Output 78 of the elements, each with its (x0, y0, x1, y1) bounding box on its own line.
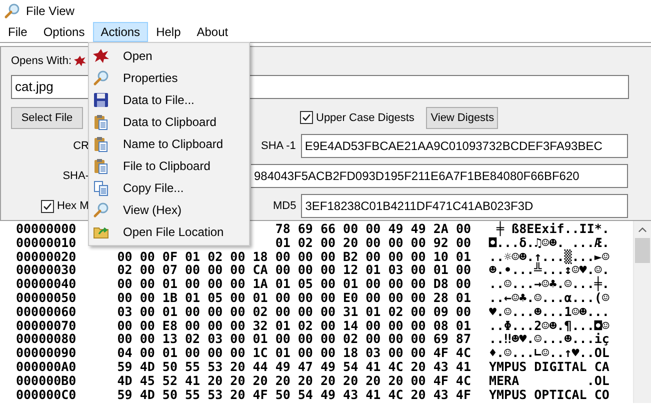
menu-item[interactable]: Help (148, 22, 189, 42)
magnifier-icon (93, 70, 109, 86)
offset-text: 00000030 (15, 263, 78, 278)
offset-text: 000000B0 (15, 374, 78, 388)
hex-bytes: 00 00 E8 00 00 00 32 01 02 00 14 00 00 00 08 01 (117, 318, 471, 332)
hex-bytes: 00 00 0F 01 02 00 18 00 00 00 B2 00 00 00 10 01 (117, 250, 471, 264)
checkbox[interactable] (300, 111, 313, 124)
menu-item[interactable]: Name to Clipboard (89, 133, 249, 155)
offset-text: 00000060 (15, 304, 78, 319)
ascii-text: YMPUS OPTICAL CO (489, 388, 610, 402)
sha256-label: SHA- (62, 170, 89, 182)
ascii-text: ..←☺♣.☺...α...(☺ (489, 290, 610, 305)
checkbox-label: Hex M (57, 200, 89, 212)
hex-bytes: 4D 45 52 41 20 20 20 20 20 20 20 20 20 00 4F 4C (117, 374, 471, 388)
md5-field[interactable]: 3EF18238C01B4211DF471C41AB023F3D (301, 194, 628, 218)
clipboard-icon (93, 158, 109, 174)
menu-item[interactable]: File (0, 22, 36, 42)
offset-text: 00000000 (15, 222, 78, 236)
splat-icon (74, 54, 86, 67)
clipboard-icon (93, 136, 109, 152)
menu-item[interactable]: View (Hex) (89, 199, 249, 221)
sha256-field[interactable]: 984043F5ACB2FD093D195F211E6A7F1BE84080F66BF620 (251, 164, 628, 188)
hex-bytes: 78 69 66 00 00 49 49 2A 00 (275, 222, 471, 236)
scrollbar[interactable] (633, 221, 651, 403)
magnifier-icon (4, 3, 20, 19)
select-file-button[interactable]: Select File (11, 106, 83, 129)
checkbox-label: Upper Case Digests (316, 112, 414, 124)
hex-bytes: 00 00 01 00 00 00 1A 01 05 00 01 00 00 00 D8 00 (117, 277, 471, 291)
hex-bytes: 01 02 00 20 00 00 00 92 00 (275, 236, 471, 250)
documents-icon (93, 180, 109, 196)
hex-bytes: 04 00 01 00 00 00 1C 01 00 00 18 03 00 00 4F 4C (117, 346, 471, 360)
hex-bytes: 59 4D 50 55 53 20 44 49 47 49 54 41 4C 20 43 41 (117, 360, 471, 374)
ascii-text: ☻.•...╩...↕☺♥.☺. (489, 263, 610, 278)
hex-bytes: 00 00 1B 01 05 00 01 00 00 00 E0 00 00 00 28 01 (117, 290, 471, 305)
menu-item[interactable]: Open (89, 45, 249, 67)
offset-text: 00000010 (15, 236, 78, 250)
ascii-text: MERA .OL (489, 374, 610, 388)
crc-label: CR (72, 140, 89, 152)
offset-text: 00000070 (15, 318, 78, 332)
hex-bytes: 02 00 07 00 00 00 CA 00 00 00 12 01 03 00 01 00 (117, 263, 471, 278)
hex-bytes: 59 4D 50 55 53 20 4F 50 54 49 43 41 4C 20 43 4F (117, 388, 471, 402)
menu-item[interactable]: About (188, 22, 236, 42)
md5-label: MD5 (273, 200, 296, 212)
checkbox[interactable] (41, 200, 54, 213)
hex-bytes: 03 00 01 00 00 00 02 00 00 00 31 01 02 00 09 00 (117, 304, 471, 319)
sha1-field[interactable]: E9E4AD53FBCAE21AA9C01093732BCDEF3FA93BEC (300, 134, 628, 158)
sha1-label: SHA -1 (261, 140, 296, 152)
splat-icon (93, 48, 109, 64)
ascii-text: ..‼☻♥.☺...☻...iç (489, 332, 610, 346)
menu-item[interactable]: Options (35, 22, 93, 42)
offset-text: 00000080 (15, 332, 78, 346)
offset-text: 00000090 (15, 346, 78, 360)
window-title: File View (26, 4, 74, 18)
menu-item[interactable]: Copy File... (89, 177, 249, 199)
offset-text: 00000050 (15, 290, 78, 305)
menu-item[interactable]: File to Clipboard (89, 155, 249, 177)
view-digests-button[interactable]: View Digests (426, 106, 498, 129)
opens-with-label: Opens With: (11, 54, 72, 67)
offset-text: 00000040 (15, 277, 78, 291)
scroll-up-icon[interactable] (638, 227, 647, 233)
ascii-text: ♥.☺...☻...1☺☻... (489, 304, 610, 319)
ascii-text: YMPUS DIGITAL CA (489, 360, 610, 374)
scroll-thumb[interactable] (635, 238, 650, 263)
clipboard-icon (93, 114, 109, 130)
ascii-text: ..☺...→☺♣.☺...╪. (489, 277, 610, 291)
ascii-text: ..Φ...2☺☻.¶...◘☺ (489, 318, 610, 332)
menu-item[interactable]: Data to Clipboard (89, 111, 249, 133)
magnifier-icon (93, 202, 109, 218)
offset-text: 000000C0 (15, 388, 78, 402)
hex-bytes: 00 00 13 02 03 00 01 00 00 00 02 00 00 00 69 87 (117, 332, 471, 346)
ascii-text: ..☼☺☻.↑...▒...►☺ (489, 250, 610, 264)
menu-item[interactable]: Open File Location (89, 221, 249, 243)
menu-item[interactable]: Actions (92, 22, 148, 42)
offset-text: 000000A0 (15, 360, 78, 374)
ascii-text: ♦.☺...∟☺..↑♥..OL (489, 346, 610, 360)
offset-text: 00000020 (15, 250, 78, 264)
ascii-text: ╪ ß8EExif..II*. (495, 222, 610, 236)
ascii-text: ◘...δ.♫☺☻. ...Æ. (489, 236, 610, 250)
